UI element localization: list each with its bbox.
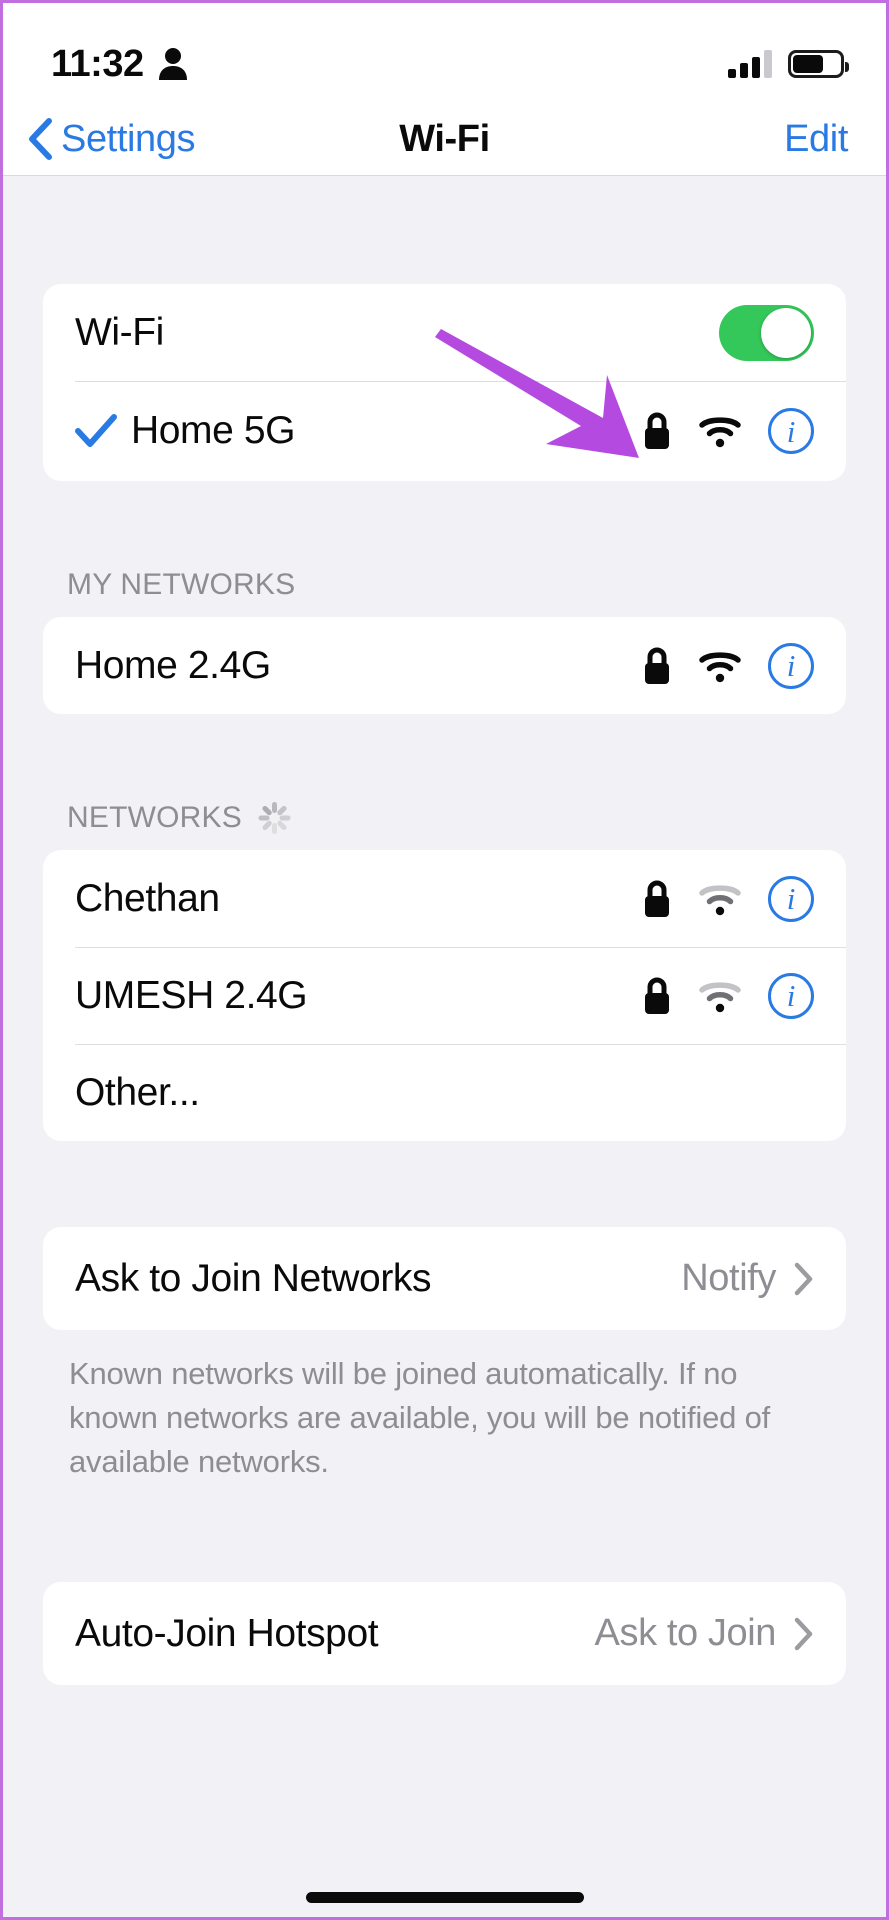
ask-to-join-value: Notify	[681, 1257, 776, 1299]
network-row-home-24g[interactable]: Home 2.4G i	[43, 617, 846, 714]
auto-join-hotspot-label: Auto-Join Hotspot	[75, 1611, 379, 1655]
network-row-other[interactable]: Other...	[43, 1044, 846, 1141]
checkmark-icon	[75, 414, 117, 447]
navigation-bar: Settings Wi-Fi Edit	[3, 103, 886, 176]
network-other-label: Other...	[75, 1070, 200, 1114]
network-icons-home-24g: i	[642, 642, 814, 689]
wifi-toggle-knob	[761, 307, 811, 358]
chevron-right-icon	[794, 1617, 813, 1650]
status-bar-time: 11:32	[51, 42, 144, 85]
ask-to-join-row[interactable]: Ask to Join Networks Notify	[43, 1227, 846, 1330]
iphone-screen: 11:32 Settings Wi-Fi Edit Wi-Fi Home 5G …	[0, 0, 889, 1920]
network-row-umesh-24g[interactable]: UMESH 2.4G i	[43, 947, 846, 1044]
lock-icon	[645, 880, 669, 917]
network-row-chethan[interactable]: Chethan i	[43, 850, 846, 947]
edit-button[interactable]: Edit	[784, 118, 848, 161]
my-networks-header: MY NETWORKS	[43, 553, 846, 617]
lock-icon	[645, 647, 669, 684]
connected-network-row[interactable]: Home 5G i	[43, 381, 846, 481]
info-icon: i	[786, 648, 796, 683]
networks-header: NETWORKS	[43, 786, 846, 850]
chevron-left-icon	[29, 118, 52, 160]
networks-header-label: NETWORKS	[67, 801, 242, 834]
network-info-button[interactable]: i	[768, 875, 814, 922]
back-button[interactable]: Settings	[27, 117, 196, 161]
connected-checkmark-wrap	[75, 414, 131, 448]
connected-network-name: Home 5G	[131, 409, 296, 452]
home-indicator	[305, 1892, 584, 1903]
connected-network-icons: i	[642, 408, 814, 454]
network-info-button[interactable]: i	[768, 972, 814, 1019]
wifi-card: Wi-Fi Home 5G i	[43, 284, 846, 481]
network-info-button[interactable]: i	[768, 642, 814, 689]
network-name-home-24g: Home 2.4G	[75, 643, 271, 687]
chevron-right-icon	[794, 1262, 813, 1295]
networks-card: Chethan i UMESH 2.4G i Other...	[43, 850, 846, 1141]
network-name-umesh-24g: UMESH 2.4G	[75, 973, 308, 1017]
wifi-signal-icon	[699, 981, 741, 1012]
wifi-toggle-row[interactable]: Wi-Fi	[43, 284, 846, 381]
auto-join-hotspot-row[interactable]: Auto-Join Hotspot Ask to Join	[43, 1582, 846, 1685]
status-bar: 11:32	[3, 3, 886, 103]
network-icons-chethan: i	[642, 875, 814, 922]
lock-icon	[645, 977, 669, 1014]
ask-to-join-card: Ask to Join Networks Notify	[43, 1227, 846, 1330]
cellular-signal-icon	[728, 50, 772, 78]
battery-icon	[788, 50, 849, 78]
status-bar-right	[728, 50, 849, 78]
network-icons-umesh-24g: i	[642, 972, 814, 1019]
status-bar-left: 11:32	[51, 43, 188, 86]
network-name-chethan: Chethan	[75, 876, 220, 920]
info-icon: i	[786, 978, 796, 1013]
auto-join-hotspot-card: Auto-Join Hotspot Ask to Join	[43, 1582, 846, 1686]
ask-to-join-label: Ask to Join Networks	[75, 1256, 432, 1300]
person-icon	[158, 48, 187, 80]
ask-to-join-footnote: Known networks will be joined automatica…	[69, 1356, 771, 1480]
settings-content: Wi-Fi Home 5G i MY NETWORKS Home 2.4G i …	[3, 176, 886, 1917]
lock-icon	[645, 412, 669, 449]
info-icon: i	[786, 413, 796, 449]
wifi-signal-icon	[699, 884, 741, 915]
network-info-button[interactable]: i	[768, 408, 814, 454]
auto-join-hotspot-value: Ask to Join	[594, 1612, 777, 1655]
my-networks-card: Home 2.4G i	[43, 617, 846, 714]
wifi-signal-icon	[699, 651, 741, 682]
info-icon: i	[786, 881, 796, 916]
my-networks-header-label: MY NETWORKS	[67, 568, 296, 601]
wifi-toggle-switch[interactable]	[719, 304, 814, 361]
wifi-toggle-label: Wi-Fi	[75, 310, 164, 354]
wifi-signal-icon	[699, 417, 741, 448]
scanning-spinner-icon	[258, 801, 292, 835]
back-button-label: Settings	[61, 117, 196, 160]
